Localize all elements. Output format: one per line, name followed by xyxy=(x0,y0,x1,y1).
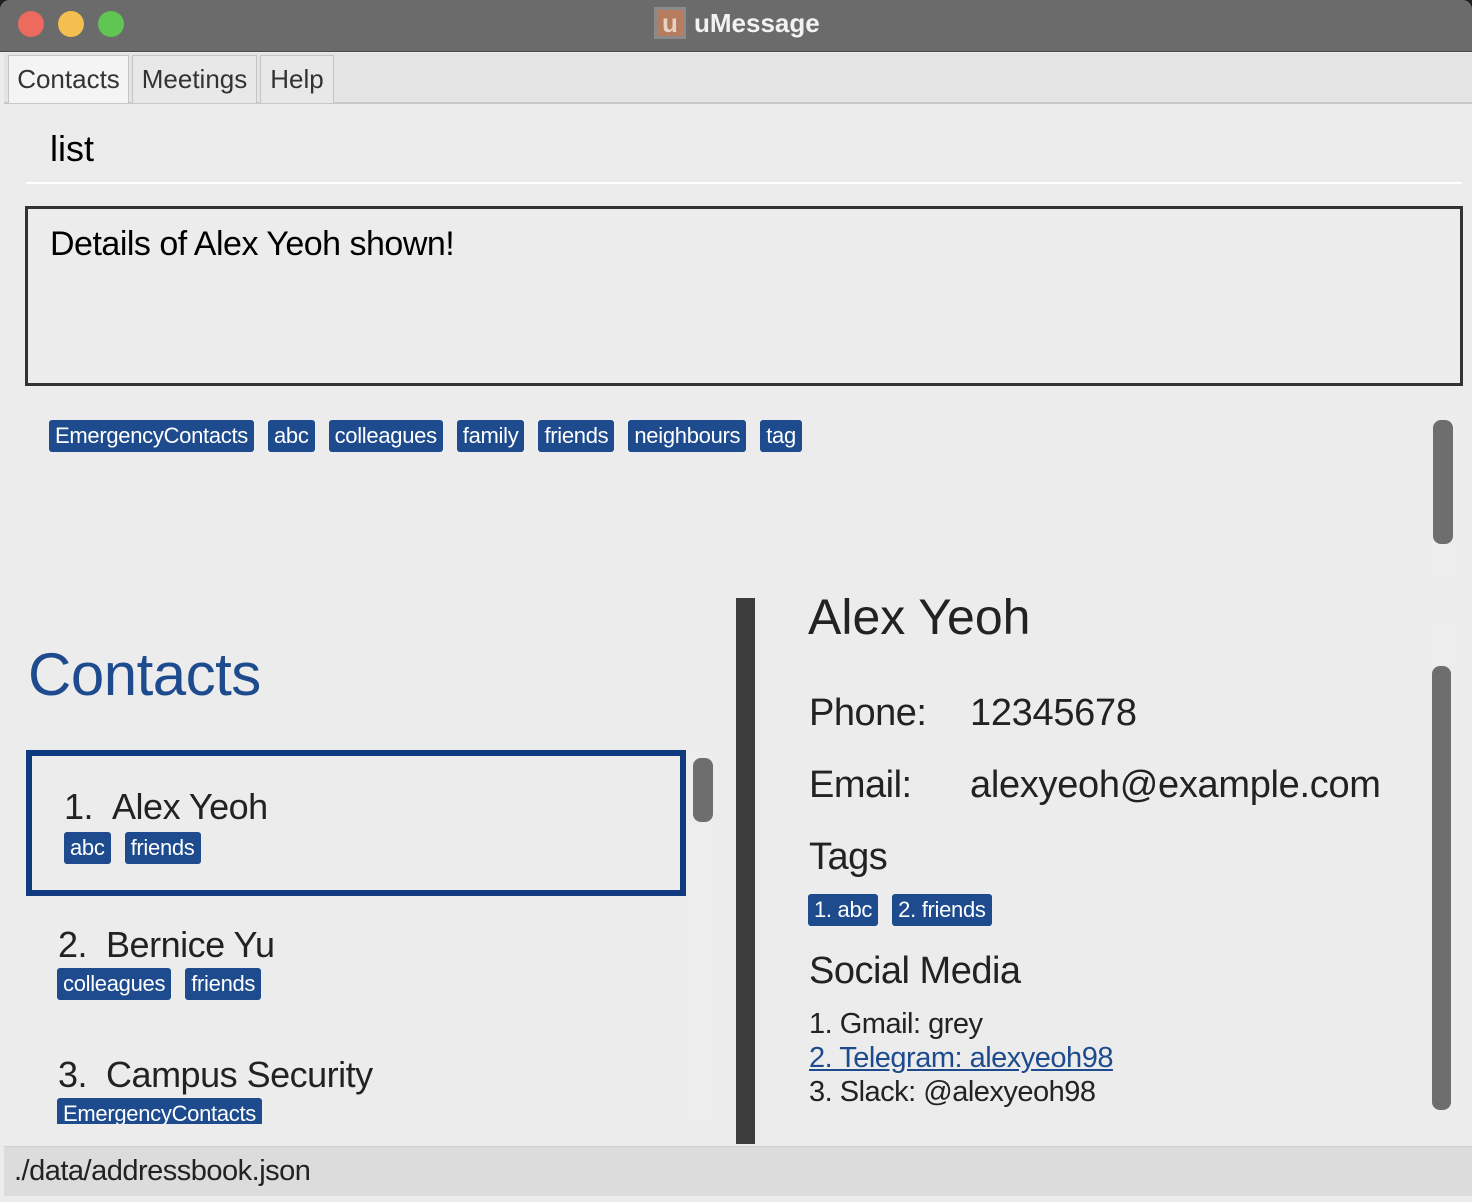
window-title: uMessage xyxy=(694,7,820,38)
window-title-group: u uMessage xyxy=(654,6,820,40)
contact-detail-panel: Alex Yeoh Phone: 12345678 Email: alexyeo… xyxy=(756,598,1436,1144)
contact-tags: abc friends xyxy=(64,832,201,864)
tag-chip: 2. friends xyxy=(892,894,992,926)
contact-tags: EmergencyContacts xyxy=(57,1098,262,1124)
zoom-window-button[interactable] xyxy=(98,11,124,37)
title-bar[interactable]: u uMessage xyxy=(0,0,1472,52)
social-item: 3. Slack: @alexyeoh98 xyxy=(809,1076,1096,1108)
detail-email-value: alexyeoh@example.com xyxy=(970,764,1381,806)
save-file-path: ./data/addressbook.json xyxy=(14,1155,311,1187)
social-item: 1. Gmail: grey xyxy=(809,1008,983,1040)
contact-list[interactable]: 1. Alex Yeoh abc friends 2. Bernice Yu c… xyxy=(26,748,686,1124)
contact-card-selected[interactable]: 1. Alex Yeoh abc friends xyxy=(26,750,686,896)
contact-name: 1. Alex Yeoh xyxy=(64,786,268,827)
tag-filter-bar: EmergencyContacts abc colleagues family … xyxy=(49,420,802,452)
split-pane-divider[interactable] xyxy=(736,598,755,1144)
result-message: Details of Alex Yeoh shown! xyxy=(50,225,455,263)
contact-list-scrollbar-thumb[interactable] xyxy=(693,758,713,822)
tag-chip: EmergencyContacts xyxy=(57,1098,262,1124)
tag-chip: colleagues xyxy=(57,968,172,1000)
contact-card[interactable]: 3. Campus Security EmergencyContacts xyxy=(26,1034,686,1124)
app-logo-icon: u xyxy=(654,7,686,39)
tag-chip[interactable]: abc xyxy=(268,420,315,452)
detail-phone-value: 12345678 xyxy=(970,692,1137,734)
contact-name: 3. Campus Security xyxy=(58,1054,373,1095)
command-input[interactable]: list xyxy=(50,128,94,170)
detail-phone-label: Phone: xyxy=(809,692,927,734)
detail-scrollbar-thumb[interactable] xyxy=(1432,666,1451,1110)
tag-chip[interactable]: colleagues xyxy=(328,420,443,452)
tag-chip: friends xyxy=(185,968,262,1000)
minimize-window-button[interactable] xyxy=(58,11,84,37)
contact-name: 2. Bernice Yu xyxy=(58,924,275,965)
detail-tags-heading: Tags xyxy=(809,836,888,878)
contacts-heading: Contacts xyxy=(28,641,261,708)
status-bar: ./data/addressbook.json xyxy=(4,1146,1472,1196)
detail-name: Alex Yeoh xyxy=(808,598,1031,645)
app-window: u uMessage Contacts Meetings Help list D… xyxy=(0,0,1472,1202)
menu-bar: Contacts Meetings Help xyxy=(4,53,1472,104)
result-display: Details of Alex Yeoh shown! xyxy=(25,206,1463,386)
tag-chip[interactable]: EmergencyContacts xyxy=(49,420,254,452)
tag-chip[interactable]: neighbours xyxy=(628,420,747,452)
tag-scrollbar-thumb[interactable] xyxy=(1433,420,1453,544)
menu-help[interactable]: Help xyxy=(260,55,334,103)
command-box[interactable]: list xyxy=(26,118,1462,184)
tag-chip: friends xyxy=(124,832,201,864)
tag-chip: 1. abc xyxy=(808,894,879,926)
tag-chip[interactable]: tag xyxy=(760,420,802,452)
detail-tags: 1. abc 2. friends xyxy=(808,894,992,926)
menu-contacts[interactable]: Contacts xyxy=(8,55,129,103)
menu-meetings[interactable]: Meetings xyxy=(132,55,257,103)
tag-chip: abc xyxy=(64,832,111,864)
tag-chip[interactable]: friends xyxy=(538,420,615,452)
close-window-button[interactable] xyxy=(18,11,44,37)
contact-tags: colleagues friends xyxy=(57,968,262,1000)
tag-chip[interactable]: family xyxy=(456,420,525,452)
detail-social-heading: Social Media xyxy=(809,950,1021,992)
contact-card[interactable]: 2. Bernice Yu colleagues friends xyxy=(26,904,686,1024)
detail-email-label: Email: xyxy=(809,764,912,806)
social-link[interactable]: 2. Telegram: alexyeoh98 xyxy=(809,1042,1113,1075)
